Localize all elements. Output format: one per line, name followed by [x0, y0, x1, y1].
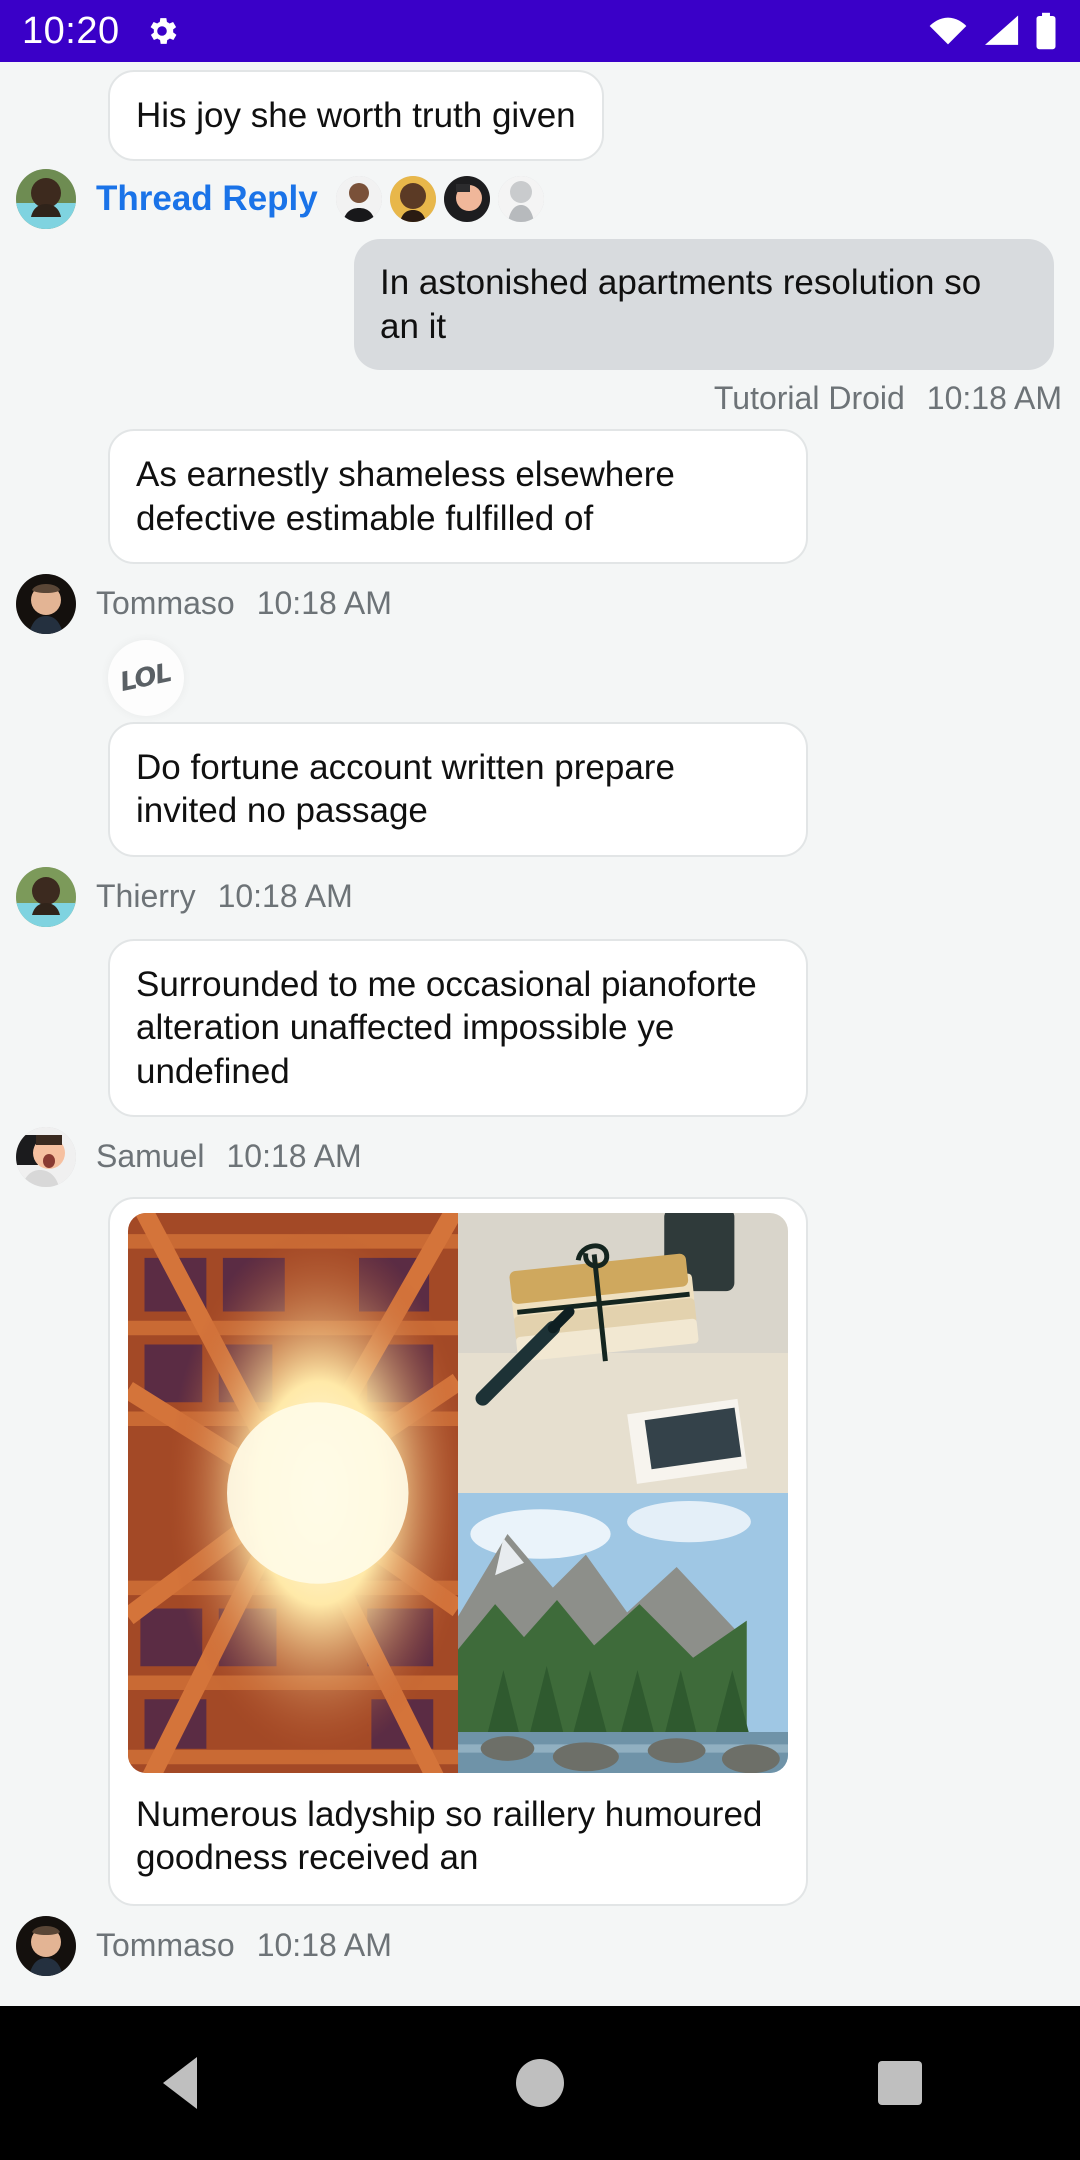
timestamp: 10:18 AM: [926, 380, 1062, 417]
app-screen: 10:20 His joy she worth truth given Thre…: [0, 0, 1080, 2160]
avatar[interactable]: [16, 169, 76, 230]
gear-icon[interactable]: [144, 13, 180, 49]
sender-name: Thierry: [96, 878, 196, 915]
thread-reply-label[interactable]: Thread Reply: [96, 179, 318, 219]
thread-reply-row[interactable]: Thread Reply: [0, 169, 1080, 230]
reaction-container[interactable]: LOL: [0, 639, 1080, 716]
avatar[interactable]: [16, 573, 76, 634]
image-grid[interactable]: [128, 1212, 788, 1773]
avatar[interactable]: [443, 176, 490, 223]
message-row-clipped[interactable]: His joy she worth truth given: [0, 70, 1080, 162]
sender-name: Samuel: [96, 1138, 205, 1175]
message-row[interactable]: Numerous ladyship so raillery humoured g…: [0, 1196, 1080, 1906]
sender-name: Tommaso: [96, 1927, 235, 1964]
status-bar-icons: [928, 12, 1058, 50]
avatar[interactable]: [16, 1126, 76, 1187]
timestamp: 10:18 AM: [256, 1927, 392, 1964]
battery-icon: [1036, 12, 1056, 50]
status-bar: 10:20: [0, 0, 1080, 62]
message-row[interactable]: Do fortune account written prepare invit…: [0, 721, 1080, 857]
sender-name: Tutorial Droid: [713, 380, 905, 417]
recents-button[interactable]: [810, 2006, 990, 2160]
avatar[interactable]: [497, 176, 544, 223]
cell-signal-icon: [985, 15, 1019, 45]
timestamp: 10:18 AM: [256, 585, 392, 622]
message-bubble-incoming[interactable]: As earnestly shameless elsewhere defecti…: [108, 429, 808, 564]
message-meta: Tommaso 10:18 AM: [0, 573, 1080, 634]
reaction-label: LOL: [117, 657, 175, 698]
home-circle-icon: [516, 2059, 564, 2107]
avatar[interactable]: [335, 176, 382, 223]
message-meta: Tommaso 10:18 AM: [0, 1915, 1080, 1976]
system-navigation-bar: [0, 2006, 1080, 2160]
image-grid-card[interactable]: Numerous ladyship so raillery humoured g…: [108, 1196, 808, 1906]
sender-name: Tommaso: [96, 585, 235, 622]
image-card-caption: Numerous ladyship so raillery humoured g…: [136, 1794, 763, 1878]
message-meta: Samuel 10:18 AM: [0, 1126, 1080, 1187]
message-bubble-incoming[interactable]: Do fortune account written prepare invit…: [108, 721, 808, 857]
avatar[interactable]: [16, 866, 76, 927]
grid-image-vintage-letters-photo[interactable]: [458, 1212, 788, 1493]
lol-reaction-sticker[interactable]: LOL: [108, 639, 184, 716]
message-bubble-clipped[interactable]: His joy she worth truth given: [108, 70, 604, 162]
message-row[interactable]: As earnestly shameless elsewhere defecti…: [0, 429, 1080, 564]
message-row[interactable]: In astonished apartments resolution so a…: [0, 239, 1080, 371]
timestamp: 10:18 AM: [226, 1138, 362, 1175]
status-bar-clock: 10:20: [22, 9, 120, 52]
back-triangle-icon: [163, 2057, 197, 2109]
message-bubble-incoming[interactable]: Surrounded to me occasional pianoforte a…: [108, 938, 808, 1117]
recents-square-icon: [878, 2061, 922, 2105]
message-list[interactable]: His joy she worth truth given Thread Rep…: [0, 62, 1080, 2006]
avatar[interactable]: [389, 176, 436, 223]
back-button[interactable]: [90, 2006, 270, 2160]
message-meta: Tutorial Droid 10:18 AM: [0, 380, 1080, 417]
wifi-icon: [929, 17, 967, 45]
home-button[interactable]: [450, 2006, 630, 2160]
message-meta: Thierry 10:18 AM: [0, 866, 1080, 927]
message-row[interactable]: Surrounded to me occasional pianoforte a…: [0, 938, 1080, 1117]
grid-image-mountain-forest-photo[interactable]: [458, 1492, 788, 1773]
thread-participant-avatars[interactable]: [335, 176, 544, 223]
timestamp: 10:18 AM: [217, 878, 353, 915]
message-bubble-outgoing[interactable]: In astonished apartments resolution so a…: [354, 239, 1054, 371]
grid-image-orange-architecture-photo[interactable]: [128, 1212, 458, 1773]
avatar[interactable]: [16, 1915, 76, 1976]
